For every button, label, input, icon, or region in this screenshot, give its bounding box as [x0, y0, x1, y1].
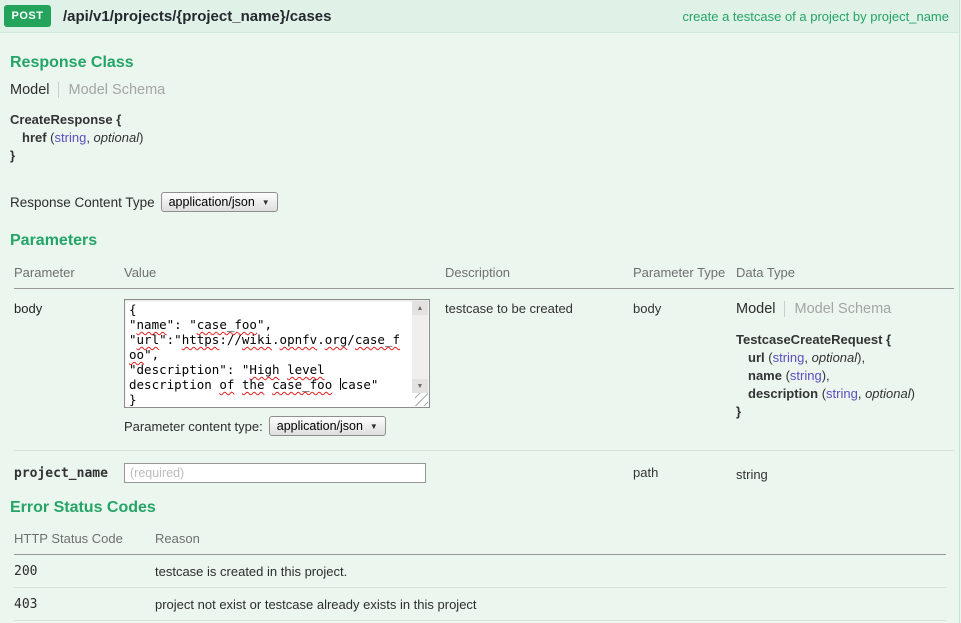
error-table-body: 200testcase is created in this project.4… [14, 555, 946, 623]
project-data-type: string [736, 467, 768, 482]
operation-panel: POST /api/v1/projects/{project_name}/cas… [0, 0, 960, 623]
scroll-down-icon[interactable]: ▼ [412, 379, 428, 393]
response-content-type-select[interactable]: application/json ▼ [161, 192, 278, 212]
parameters-table: Parameter Value Description Parameter Ty… [14, 258, 954, 483]
request-model-tabs: Model Model Schema [736, 301, 954, 317]
tab-model[interactable]: Model [10, 82, 50, 98]
editor-scrollbar[interactable]: ▲ ▼ [412, 301, 428, 393]
response-model-tabs: Model Model Schema [10, 82, 959, 98]
status-code-cell: 403 [14, 588, 155, 621]
column-header-description: Description [445, 258, 633, 289]
endpoint-summary-link[interactable]: create a testcase of a project by projec… [682, 9, 949, 24]
http-method-badge: POST [4, 5, 51, 27]
tab-model[interactable]: Model [736, 301, 776, 317]
parameter-content-type-select[interactable]: application/json ▼ [269, 416, 386, 436]
column-header-parameter-type: Parameter Type [633, 258, 736, 289]
project-name-input[interactable] [124, 463, 426, 483]
tab-model-schema[interactable]: Model Schema [784, 301, 892, 317]
error-table-header-row: HTTP Status Code Reason [14, 524, 946, 555]
body-value-textarea[interactable]: {"name": "case_foo","url":"https://wiki.… [124, 299, 430, 408]
parameters-heading: Parameters [10, 232, 959, 250]
request-model-signature: TestcaseCreateRequest {url (string, opti… [736, 331, 954, 421]
error-status-table: HTTP Status Code Reason 200testcase is c… [14, 524, 946, 623]
endpoint-path-link[interactable]: /api/v1/projects/{project_name}/cases [63, 8, 331, 25]
project-param-type: path [633, 465, 658, 480]
parameters-header-row: Parameter Value Description Parameter Ty… [14, 258, 954, 289]
status-code-cell: 200 [14, 555, 155, 588]
operation-heading-bar: POST /api/v1/projects/{project_name}/cas… [0, 0, 959, 33]
reason-cell: testcase is created in this project. [155, 555, 946, 588]
body-param-type: body [633, 301, 661, 316]
column-header-value: Value [124, 258, 445, 289]
body-description: testcase to be created [445, 301, 573, 316]
chevron-down-icon: ▼ [262, 198, 270, 207]
response-content-type-row: Response Content Type application/json ▼ [10, 192, 959, 212]
reason-cell: project not exist or testcase already ex… [155, 588, 946, 621]
chevron-down-icon: ▼ [370, 422, 378, 431]
column-header-parameter: Parameter [14, 258, 124, 289]
response-content-type-label: Response Content Type [10, 195, 155, 210]
error-row: 200testcase is created in this project. [14, 555, 946, 588]
body-param-name: body [14, 301, 42, 316]
body-json-content[interactable]: {"name": "case_foo","url":"https://wiki.… [126, 301, 411, 406]
param-row-body: body {"name": "case_foo","url":"https://… [14, 289, 954, 451]
tab-model-schema[interactable]: Model Schema [58, 82, 166, 98]
column-header-reason: Reason [155, 524, 946, 555]
column-header-http-status-code: HTTP Status Code [14, 524, 155, 555]
param-row-project-name: project_name path string [14, 451, 954, 484]
column-header-data-type: Data Type [736, 258, 954, 289]
error-row: 403project not exist or testcase already… [14, 588, 946, 621]
parameter-content-type-label: Parameter content type: [124, 419, 263, 434]
scroll-up-icon[interactable]: ▲ [412, 301, 428, 315]
parameter-content-type-row: Parameter content type: application/json… [124, 416, 445, 436]
error-status-codes-heading: Error Status Codes [10, 499, 959, 517]
response-model-signature: CreateResponse {href (string, optional)} [10, 111, 959, 165]
response-class-heading: Response Class [10, 33, 959, 72]
project-param-name: project_name [14, 466, 108, 481]
resize-grip-icon[interactable] [415, 393, 428, 406]
